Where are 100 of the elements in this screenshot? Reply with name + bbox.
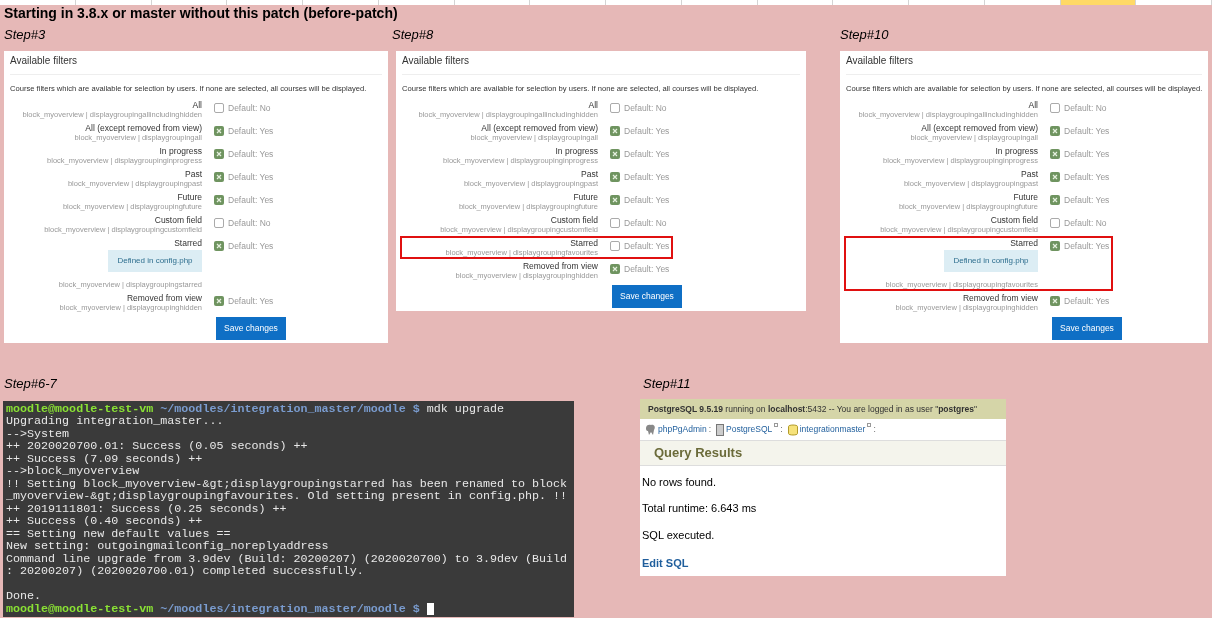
filter-label: All	[588, 100, 598, 111]
filter-label: Removed from view	[522, 261, 598, 272]
empty-checkbox[interactable]	[610, 241, 620, 252]
empty-checkbox[interactable]	[1050, 218, 1060, 229]
filter-label: Removed from view	[126, 293, 202, 304]
default-value: Default: Yes	[228, 295, 274, 308]
checked-checkbox[interactable]	[214, 149, 224, 160]
step-label: Step#8	[392, 27, 434, 42]
breadcrumb-link[interactable]: phpPgAdmin	[658, 423, 707, 436]
default-value: Default: Yes	[228, 148, 274, 161]
checked-checkbox[interactable]	[214, 126, 224, 137]
checked-checkbox[interactable]	[610, 195, 620, 206]
checked-checkbox[interactable]	[214, 296, 224, 307]
filter-label: Custom field	[550, 215, 598, 226]
filter-label: In progress	[995, 146, 1038, 157]
prompt-path: ~/moodles/integration_master/moodle $	[160, 602, 420, 615]
checked-checkbox[interactable]	[1050, 172, 1060, 183]
default-value: Default: No	[228, 217, 271, 230]
database-icon	[787, 423, 798, 436]
terminal-output-line: !! Setting block_myoverview-&gt;displaygroupingstarred has been renamed to block	[6, 477, 569, 490]
checked-checkbox[interactable]	[610, 126, 620, 137]
default-value: Default: Yes	[624, 171, 670, 184]
checked-checkbox[interactable]	[610, 172, 620, 183]
server-info-bar: PostgreSQL 9.5.19 running on localhost:5432 -- You are logged in as user "postgres"	[640, 398, 1006, 420]
breadcrumb-separator: :	[708, 423, 712, 436]
section-heading: Query Results	[640, 441, 1006, 466]
panel-title: Available filters	[10, 53, 382, 75]
filter-label: All (except removed from view)	[481, 123, 598, 134]
checked-checkbox[interactable]	[610, 264, 620, 275]
filter-label: All	[192, 100, 202, 111]
default-value: Default: No	[624, 102, 667, 115]
checked-checkbox[interactable]	[1050, 195, 1060, 206]
filter-label: Past	[581, 169, 598, 180]
filter-label: Custom field	[990, 215, 1038, 226]
terminal-output-line: ++ Success (0.40 seconds) ++	[6, 515, 204, 528]
default-value: Default: Yes	[228, 125, 274, 138]
filter-label: Future	[177, 192, 202, 203]
default-value: Default: Yes	[624, 263, 670, 276]
breadcrumb-link[interactable]: PostgreSQL	[726, 423, 773, 436]
checked-checkbox[interactable]	[214, 241, 224, 252]
save-button[interactable]: Save changes	[1052, 317, 1122, 341]
prompt-user: moodle@moodle-test-vm	[6, 402, 154, 415]
sheet-heading: Starting in 3.8.x or master without this patch (before-patch)	[3, 5, 399, 22]
filter-label: Future	[573, 192, 598, 203]
default-value: Default: Yes	[228, 171, 274, 184]
step-label: Step#11	[643, 375, 691, 391]
filter-label: Starred	[570, 238, 598, 249]
checked-checkbox[interactable]	[1050, 149, 1060, 160]
default-value: Default: No	[624, 217, 667, 230]
save-button[interactable]: Save changes	[612, 285, 682, 309]
filter-label: Custom field	[154, 215, 202, 226]
empty-checkbox[interactable]	[214, 103, 224, 114]
checked-checkbox[interactable]	[214, 195, 224, 206]
checked-checkbox[interactable]	[1050, 126, 1060, 137]
default-value: Default: Yes	[1064, 295, 1110, 308]
breadcrumb-separator: :	[780, 423, 783, 436]
terminal-output-line: -->block_myoverview	[6, 465, 141, 478]
result-message: Total runtime: 6.643 ms	[642, 501, 758, 516]
breadcrumb-link[interactable]: integrationmaster	[799, 423, 866, 436]
terminal-output-line: == Setting new default values ==	[6, 527, 232, 540]
server-icon	[716, 423, 725, 436]
default-value: Default: Yes	[228, 194, 274, 207]
config-notice: Defined in config.php	[108, 250, 202, 273]
empty-checkbox[interactable]	[1050, 103, 1060, 114]
terminal-output-line: New setting: outgoingmailconfig_noreplyaddress	[6, 540, 330, 553]
empty-checkbox[interactable]	[214, 218, 224, 229]
panel-title: Available filters	[402, 53, 800, 75]
filter-label: All (except removed from view)	[921, 123, 1038, 134]
panel-title: Available filters	[846, 53, 1203, 75]
breadcrumb-separator: :	[873, 423, 876, 436]
default-value: Default: Yes	[624, 125, 670, 138]
save-button[interactable]: Save changes	[216, 317, 286, 341]
default-value: Default: Yes	[624, 148, 670, 161]
filter-label: In progress	[159, 146, 202, 157]
terminal-output-line: ++ Success (7.09 seconds) ++	[6, 452, 204, 465]
default-value: Default: Yes	[1064, 194, 1110, 207]
terminal-output-line: _myoverview-&gt;displaygroupingfavourites. Old setting present in config.php. !!	[6, 490, 569, 503]
default-value: Default: No	[1064, 102, 1107, 115]
empty-checkbox[interactable]	[610, 103, 620, 114]
prompt-user: moodle@moodle-test-vm	[6, 602, 154, 615]
filter-label: Starred	[1010, 238, 1038, 249]
config-notice: Defined in config.php	[944, 250, 1038, 273]
checked-checkbox[interactable]	[1050, 296, 1060, 307]
terminal-output-line: ++ 2020020700.01: Success (0.05 seconds) ++	[6, 440, 309, 453]
checked-checkbox[interactable]	[1050, 241, 1060, 252]
default-value: Default: No	[228, 102, 271, 115]
terminal-output-line: Upgrading integration_master...	[6, 415, 225, 428]
checked-checkbox[interactable]	[610, 149, 620, 160]
result-message: No rows found.	[642, 474, 717, 490]
edit-sql-link[interactable]: Edit SQL	[640, 555, 691, 572]
elephant-icon	[645, 423, 656, 436]
empty-checkbox[interactable]	[610, 218, 620, 229]
default-value: Default: No	[1064, 217, 1107, 230]
step-label: Step#10	[840, 27, 889, 42]
filter-label: Removed from view	[962, 293, 1038, 304]
terminal-output-line: ++ 2019111801: Success (0.25 seconds) ++	[6, 502, 288, 515]
default-value: Default: Yes	[624, 240, 670, 253]
checked-checkbox[interactable]	[214, 172, 224, 183]
result-message: SQL executed.	[642, 527, 716, 543]
terminal-output-line: Done.	[6, 590, 43, 603]
